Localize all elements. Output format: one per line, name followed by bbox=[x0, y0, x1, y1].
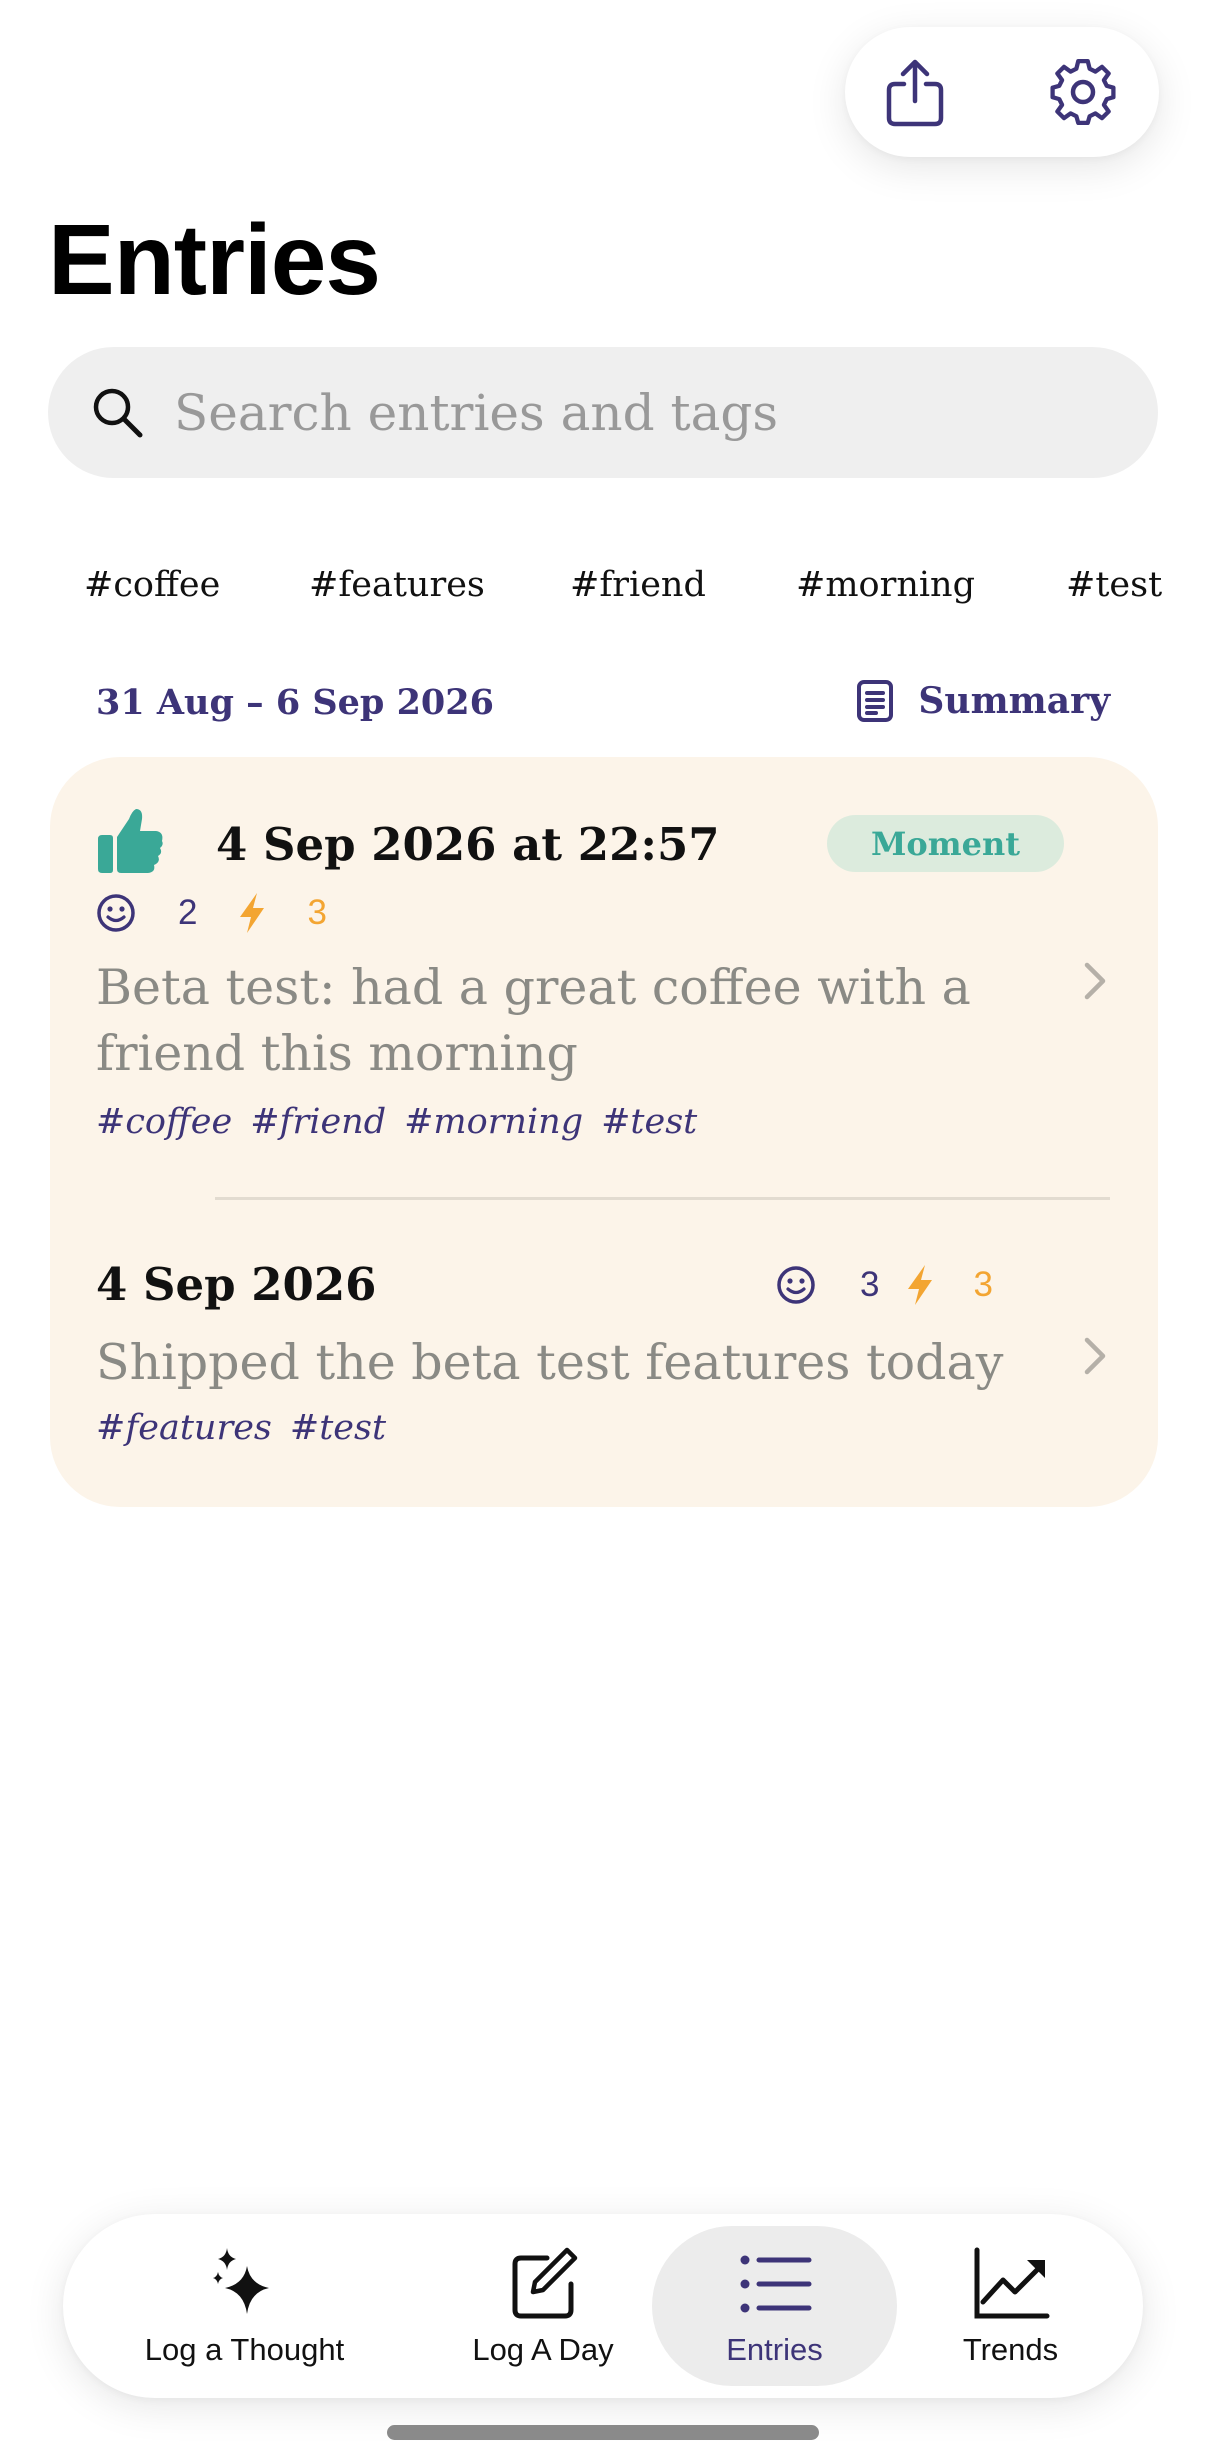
smiley-icon bbox=[97, 894, 135, 932]
chevron-right-icon bbox=[1084, 962, 1106, 1000]
entry-metrics: 3 3 bbox=[776, 1260, 993, 1310]
tab-label: Log A Day bbox=[472, 2332, 614, 2367]
entry-tag[interactable]: #features bbox=[96, 1408, 272, 1448]
lightning-icon bbox=[240, 893, 265, 933]
sparkles-icon bbox=[212, 2248, 269, 2314]
gear-icon bbox=[1050, 58, 1116, 126]
entry-tag[interactable]: #test bbox=[290, 1408, 386, 1448]
tab-log-a-day[interactable]: Log A Day bbox=[438, 2214, 648, 2398]
tab-label: Entries bbox=[726, 2332, 823, 2367]
tab-log-a-thought[interactable]: Log a Thought bbox=[123, 2214, 366, 2398]
tag-filter-morning[interactable]: #morning bbox=[796, 555, 975, 615]
tag-filter-features[interactable]: #features bbox=[309, 555, 485, 615]
page-title: Entries bbox=[48, 204, 381, 316]
entry-row[interactable]: 4 Sep 2026 at 22:57 Moment 2 3 Beta test… bbox=[50, 757, 1158, 1197]
top-toolbar bbox=[845, 27, 1159, 157]
compose-icon bbox=[512, 2247, 578, 2319]
search-icon bbox=[88, 383, 148, 443]
entry-metrics: 2 3 bbox=[96, 888, 327, 938]
document-icon bbox=[857, 680, 894, 722]
tab-label: Trends bbox=[962, 2332, 1059, 2367]
energy-value: 3 bbox=[307, 893, 327, 932]
entry-tag[interactable]: #morning bbox=[404, 1102, 583, 1142]
entry-row[interactable]: 4 Sep 2026 3 3 Shipped the beta test fea… bbox=[50, 1197, 1158, 1507]
chevron-right-icon bbox=[1084, 1337, 1106, 1375]
entry-tag[interactable]: #friend bbox=[250, 1102, 386, 1142]
entry-tag[interactable]: #coffee bbox=[96, 1102, 232, 1142]
search-bar[interactable] bbox=[48, 347, 1158, 478]
tag-filter-coffee[interactable]: #coffee bbox=[84, 555, 220, 615]
settings-button[interactable] bbox=[1048, 57, 1118, 127]
moment-badge: Moment bbox=[827, 815, 1064, 872]
tab-trends[interactable]: Trends bbox=[933, 2214, 1088, 2398]
week-range: 31 Aug – 6 Sep 2026 bbox=[96, 682, 494, 723]
share-icon bbox=[886, 59, 944, 127]
entry-text: Beta test: had a great coffee with a fri… bbox=[96, 959, 971, 1082]
summary-label: Summary bbox=[918, 680, 1110, 722]
entry-tag[interactable]: #test bbox=[601, 1102, 697, 1142]
energy-value: 3 bbox=[973, 1265, 993, 1304]
mood-value: 3 bbox=[860, 1265, 880, 1304]
entry-date: 4 Sep 2026 at 22:57 bbox=[216, 818, 720, 871]
list-icon bbox=[740, 2255, 811, 2313]
entry-text: Shipped the beta test features today bbox=[96, 1334, 1004, 1391]
tag-filter-row: #coffee #features #friend #morning #test bbox=[0, 555, 1206, 615]
chart-icon bbox=[974, 2247, 1049, 2319]
tab-entries[interactable]: Entries bbox=[652, 2214, 897, 2398]
entry-tags: #coffee #friend #morning #test bbox=[96, 1097, 715, 1147]
tag-filter-test[interactable]: #test bbox=[1066, 555, 1162, 615]
tag-filter-friend[interactable]: #friend bbox=[570, 555, 706, 615]
summary-button[interactable]: Summary bbox=[856, 676, 1110, 726]
search-input[interactable] bbox=[174, 383, 1074, 442]
thumbs-up-icon bbox=[98, 809, 163, 873]
mood-value: 2 bbox=[178, 893, 198, 932]
share-button[interactable] bbox=[880, 57, 950, 127]
lightning-icon bbox=[908, 1265, 933, 1305]
entry-tags: #features #test bbox=[96, 1403, 404, 1453]
entries-card: 4 Sep 2026 at 22:57 Moment 2 3 Beta test… bbox=[50, 757, 1158, 1507]
smiley-icon bbox=[777, 1266, 815, 1304]
tab-bar: Log a Thought Log A Day Entries Trends bbox=[63, 2214, 1143, 2398]
home-indicator bbox=[387, 2425, 819, 2440]
tab-label: Log a Thought bbox=[144, 2332, 345, 2367]
entry-date: 4 Sep 2026 bbox=[96, 1258, 377, 1311]
